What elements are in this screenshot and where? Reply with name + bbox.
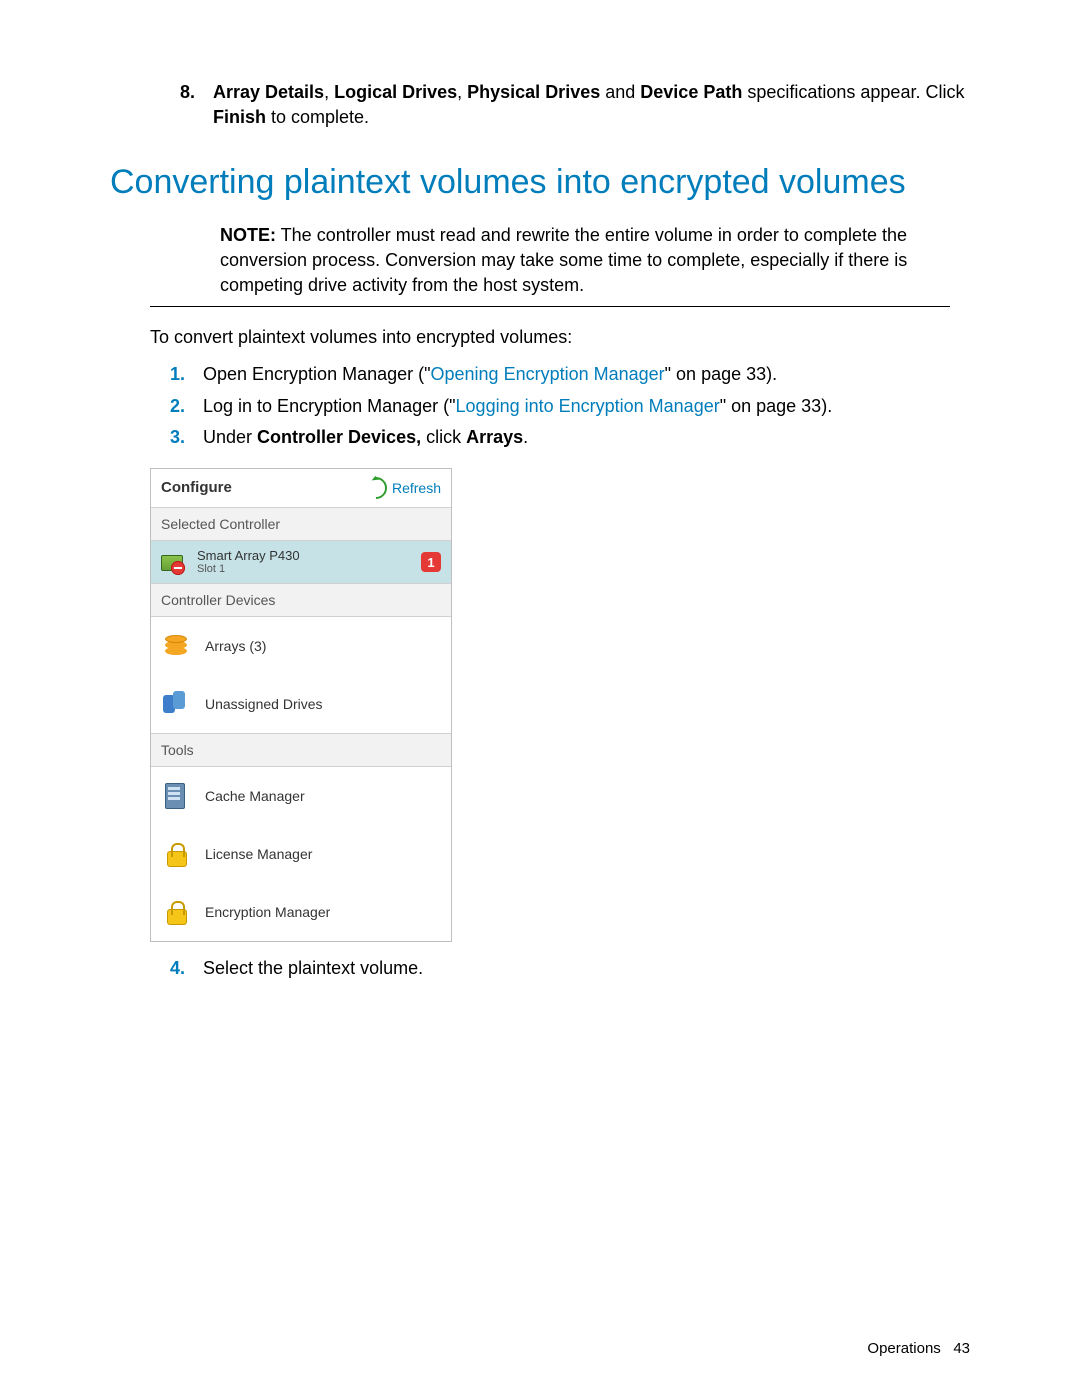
license-manager-item[interactable]: License Manager	[151, 825, 451, 883]
encryption-manager-item[interactable]: Encryption Manager	[151, 883, 451, 941]
lock-icon	[161, 897, 191, 927]
intro-text: To convert plaintext volumes into encryp…	[150, 325, 970, 350]
drives-icon	[161, 689, 191, 719]
link-opening-em[interactable]: Opening Encryption Manager	[431, 364, 665, 384]
step-number: 1.	[165, 362, 185, 387]
unassigned-drives-item[interactable]: Unassigned Drives	[151, 675, 451, 733]
cache-manager-item[interactable]: Cache Manager	[151, 767, 451, 825]
step-text: Array Details, Logical Drives, Physical …	[213, 80, 970, 130]
step-text: Select the plaintext volume.	[203, 956, 970, 981]
alert-badge: 1	[421, 552, 441, 572]
divider	[150, 306, 950, 307]
refresh-button[interactable]: Refresh	[365, 477, 441, 499]
page-footer: Operations 43	[867, 1340, 970, 1357]
refresh-icon	[360, 472, 391, 503]
selected-controller-row[interactable]: Smart Array P430 Slot 1 1	[151, 541, 451, 583]
link-logging-em[interactable]: Logging into Encryption Manager	[456, 396, 720, 416]
step-text: Under Controller Devices, click Arrays.	[203, 425, 970, 450]
section-title: Converting plaintext volumes into encryp…	[110, 160, 970, 204]
step-text: Log in to Encryption Manager ("Logging i…	[203, 394, 970, 419]
tools-label: Tools	[151, 733, 451, 767]
selected-controller-label: Selected Controller	[151, 507, 451, 541]
controller-devices-label: Controller Devices	[151, 583, 451, 617]
panel-title: Configure	[161, 479, 232, 496]
step-number: 3.	[165, 425, 185, 450]
controller-name: Smart Array P430 Slot 1	[197, 549, 300, 575]
server-icon	[161, 781, 191, 811]
note-block: NOTE: The controller must read and rewri…	[220, 223, 950, 299]
arrays-icon	[161, 631, 191, 661]
step-text: Open Encryption Manager ("Opening Encryp…	[203, 362, 970, 387]
step-number: 8.	[165, 80, 195, 130]
configure-panel: Configure Refresh Selected Controller Sm…	[150, 468, 452, 942]
lock-icon	[161, 839, 191, 869]
step-number: 2.	[165, 394, 185, 419]
step-number: 4.	[165, 956, 185, 981]
controller-icon	[161, 551, 189, 573]
arrays-item[interactable]: Arrays (3)	[151, 617, 451, 675]
